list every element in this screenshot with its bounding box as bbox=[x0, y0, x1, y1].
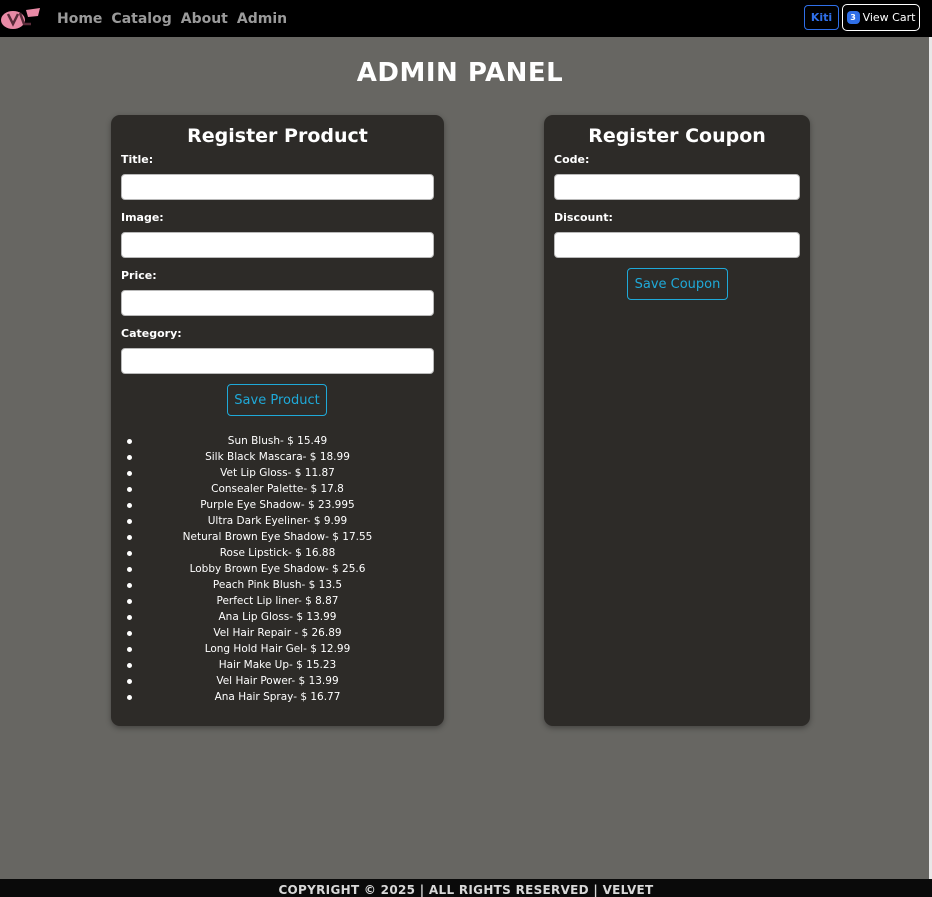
product-list-item: Hair Make Up- $ 15.23 bbox=[111, 657, 444, 673]
navbar: Home Catalog About Admin Kiti 3 View Car… bbox=[0, 0, 932, 37]
product-list-item: Netural Brown Eye Shadow- $ 17.55 bbox=[111, 529, 444, 545]
image-input[interactable] bbox=[121, 232, 434, 258]
nav-home-link[interactable]: Home bbox=[57, 11, 102, 27]
page-title: ADMIN PANEL bbox=[356, 58, 564, 88]
product-list-item: Vel Hair Power- $ 13.99 bbox=[111, 673, 444, 689]
register-coupon-title: Register Coupon bbox=[588, 125, 766, 147]
logo-icon[interactable] bbox=[0, 4, 42, 32]
product-list: Sun Blush- $ 15.49 Silk Black Mascara- $… bbox=[111, 433, 444, 705]
product-list-item: Ultra Dark Eyeliner- $ 9.99 bbox=[111, 513, 444, 529]
save-coupon-button[interactable]: Save Coupon bbox=[627, 268, 728, 300]
category-label: Category: bbox=[121, 327, 182, 340]
nav-catalog-link[interactable]: Catalog bbox=[111, 11, 171, 27]
product-list-item: Rose Lipstick- $ 16.88 bbox=[111, 545, 444, 561]
product-list-item: Consealer Palette- $ 17.8 bbox=[111, 481, 444, 497]
view-cart-label: View Cart bbox=[862, 11, 916, 24]
save-product-button[interactable]: Save Product bbox=[227, 384, 327, 416]
product-list-item: Vet Lip Gloss- $ 11.87 bbox=[111, 465, 444, 481]
nav-admin-link[interactable]: Admin bbox=[237, 11, 287, 27]
discount-input[interactable] bbox=[554, 232, 800, 258]
register-coupon-panel: Register Coupon Code: Discount: Save Cou… bbox=[544, 115, 810, 726]
view-cart-button[interactable]: 3 View Cart bbox=[842, 4, 920, 31]
category-input[interactable] bbox=[121, 348, 434, 374]
register-product-panel: Register Product Title: Image: Price: Ca… bbox=[111, 115, 444, 726]
product-list-item: Perfect Lip liner- $ 8.87 bbox=[111, 593, 444, 609]
nav-about-link[interactable]: About bbox=[181, 11, 228, 27]
product-list-item: Long Hold Hair Gel- $ 12.99 bbox=[111, 641, 444, 657]
product-list-item: Peach Pink Blush- $ 13.5 bbox=[111, 577, 444, 593]
product-list-item: Ana Lip Gloss- $ 13.99 bbox=[111, 609, 444, 625]
title-input[interactable] bbox=[121, 174, 434, 200]
footer: COPYRIGHT © 2025 | ALL RIGHTS RESERVED |… bbox=[0, 879, 932, 897]
product-list-item: Sun Blush- $ 15.49 bbox=[111, 433, 444, 449]
code-input[interactable] bbox=[554, 174, 800, 200]
product-list-item: Vel Hair Repair - $ 26.89 bbox=[111, 625, 444, 641]
register-product-title: Register Product bbox=[187, 125, 368, 147]
price-label: Price: bbox=[121, 269, 157, 282]
product-list-item: Lobby Brown Eye Shadow- $ 25.6 bbox=[111, 561, 444, 577]
image-label: Image: bbox=[121, 211, 164, 224]
title-label: Title: bbox=[121, 153, 154, 166]
product-list-item: Silk Black Mascara- $ 18.99 bbox=[111, 449, 444, 465]
product-list-item: Purple Eye Shadow- $ 23.995 bbox=[111, 497, 444, 513]
discount-label: Discount: bbox=[554, 211, 613, 224]
cart-count-badge: 3 bbox=[846, 11, 860, 24]
code-label: Code: bbox=[554, 153, 590, 166]
product-list-item: Ana Hair Spray- $ 16.77 bbox=[111, 689, 444, 705]
nav-links: Home Catalog About Admin bbox=[57, 0, 296, 37]
user-button[interactable]: Kiti bbox=[804, 5, 839, 30]
price-input[interactable] bbox=[121, 290, 434, 316]
